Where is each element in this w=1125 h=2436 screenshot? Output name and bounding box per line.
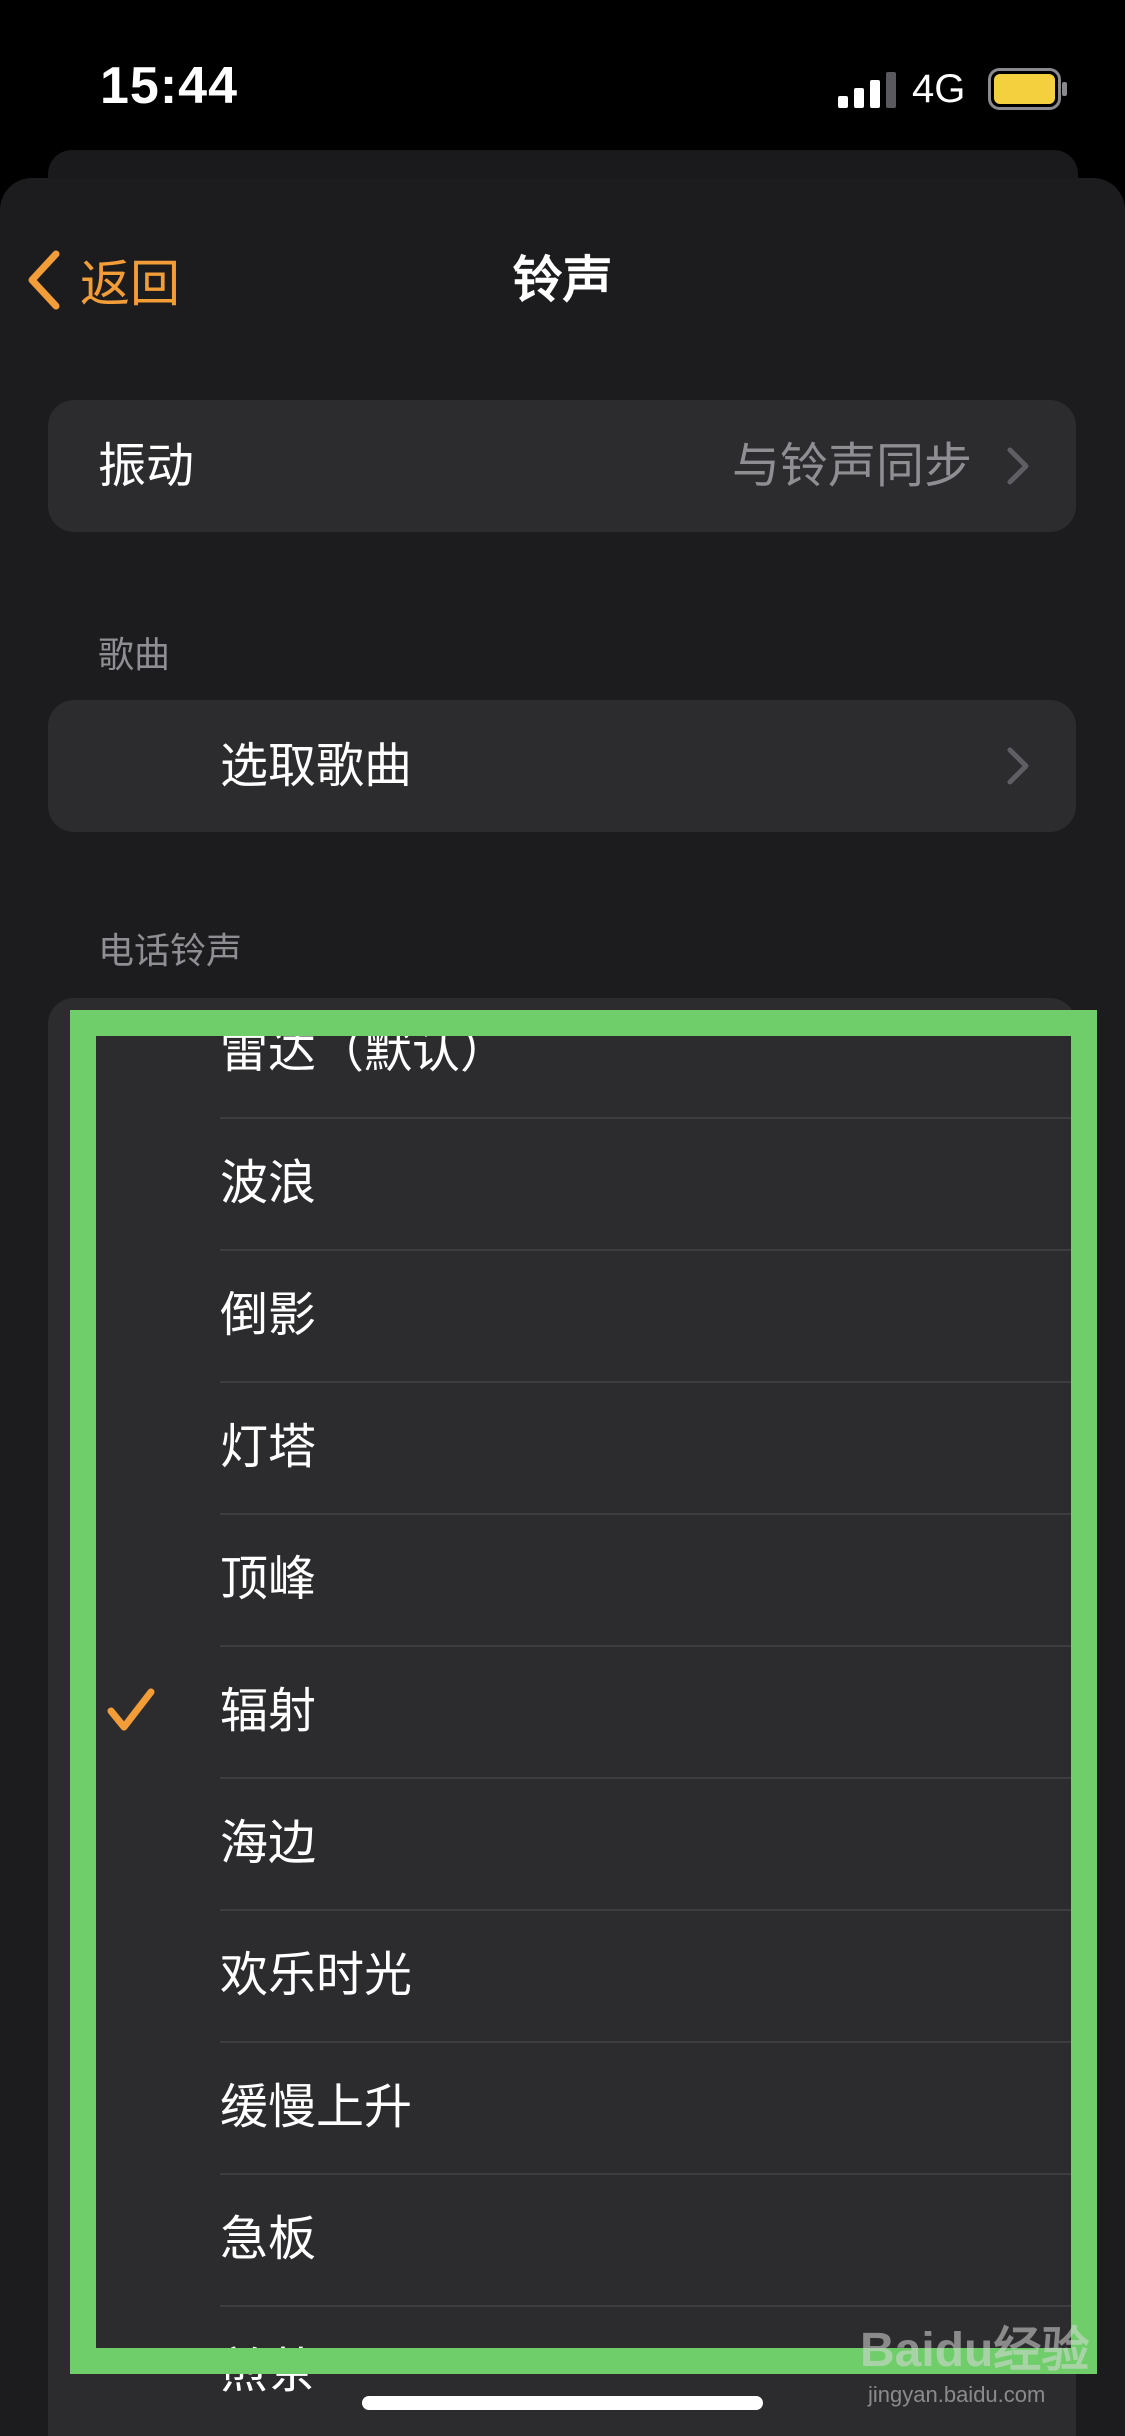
row-divider <box>220 1645 1076 1647</box>
ringtone-row[interactable]: 缓慢上升 <box>48 2041 1076 2173</box>
row-divider <box>220 2173 1076 2175</box>
vibration-group: 振动 与铃声同步 <box>48 400 1076 532</box>
ringtone-label: 海边 <box>220 1815 317 1871</box>
ringtone-list: 雷达（默认） 波浪倒影灯塔顶峰辐射海边欢乐时光缓慢上升急板煎茶 <box>48 998 1076 2436</box>
ringtone-label: 急板 <box>220 2211 317 2267</box>
pick-song-row[interactable]: 选取歌曲 <box>48 700 1076 832</box>
status-time: 15:44 <box>100 57 238 115</box>
ringtone-label: 煎茶 <box>220 2343 317 2399</box>
ringtone-label: 辐射 <box>220 1683 317 1739</box>
watermark-url: jingyan.baidu.com <box>868 2382 1046 2407</box>
ringtone-label: 灯塔 <box>220 1419 317 1475</box>
row-divider <box>220 1777 1076 1779</box>
ringtone-label: 缓慢上升 <box>220 2079 413 2135</box>
songs-group: 选取歌曲 <box>48 700 1076 832</box>
baidu-watermark-logo: Baidu经验 jingyan.baidu.com <box>860 2310 1110 2420</box>
vibration-label: 振动 <box>98 438 195 494</box>
home-indicator[interactable] <box>362 2396 763 2410</box>
ringtone-row[interactable]: 顶峰 <box>48 1513 1076 1645</box>
row-divider <box>220 2305 1076 2307</box>
ringtone-row[interactable]: 欢乐时光 <box>48 1909 1076 2041</box>
checkmark-icon <box>107 1688 155 1731</box>
watermark-brand: Baidu经验 <box>860 2324 1090 2377</box>
row-divider <box>220 1249 1076 1251</box>
ringtone-row[interactable]: 雷达（默认） <box>48 998 1076 1117</box>
ringtone-row[interactable]: 急板 <box>48 2173 1076 2305</box>
pick-song-label: 选取歌曲 <box>220 738 413 794</box>
ringtone-label: 雷达（默认） <box>220 1023 509 1079</box>
vibration-row[interactable]: 振动 与铃声同步 <box>48 400 1076 532</box>
ringtone-settings-sheet: 返回 铃声 振动 与铃声同步 歌曲 选取歌曲 电话铃声 雷达（默认） 波浪 倒影 灯塔… <box>0 178 1125 2436</box>
battery-icon <box>988 68 1067 110</box>
cellular-signal-icon <box>838 72 896 108</box>
ringtone-row[interactable]: 海边 <box>48 1777 1076 1909</box>
row-divider <box>220 1513 1076 1515</box>
page-title: 铃声 <box>512 251 613 309</box>
vibration-value: 与铃声同步 <box>731 438 972 494</box>
ringtone-row[interactable]: 波浪 <box>48 1117 1076 1249</box>
ringtone-row[interactable]: 灯塔 <box>48 1381 1076 1513</box>
chevron-right-icon <box>1007 747 1029 785</box>
ringtone-label: 欢乐时光 <box>220 1947 413 2003</box>
ringtone-label: 倒影 <box>220 1287 317 1343</box>
ringtone-row[interactable]: 倒影 <box>48 1249 1076 1381</box>
row-divider <box>220 1117 1076 1119</box>
songs-section-header: 歌曲 <box>98 635 171 676</box>
status-bar: 15:44 4G <box>0 0 1125 150</box>
ringtone-label: 顶峰 <box>220 1551 317 1607</box>
ringtone-label: 波浪 <box>220 1155 317 1211</box>
ringtone-row[interactable]: 辐射 <box>48 1645 1076 1777</box>
ringtones-section-header: 电话铃声 <box>98 931 243 972</box>
chevron-right-icon <box>1007 447 1029 485</box>
row-divider <box>220 1381 1076 1383</box>
network-type-label: 4G <box>912 67 966 111</box>
